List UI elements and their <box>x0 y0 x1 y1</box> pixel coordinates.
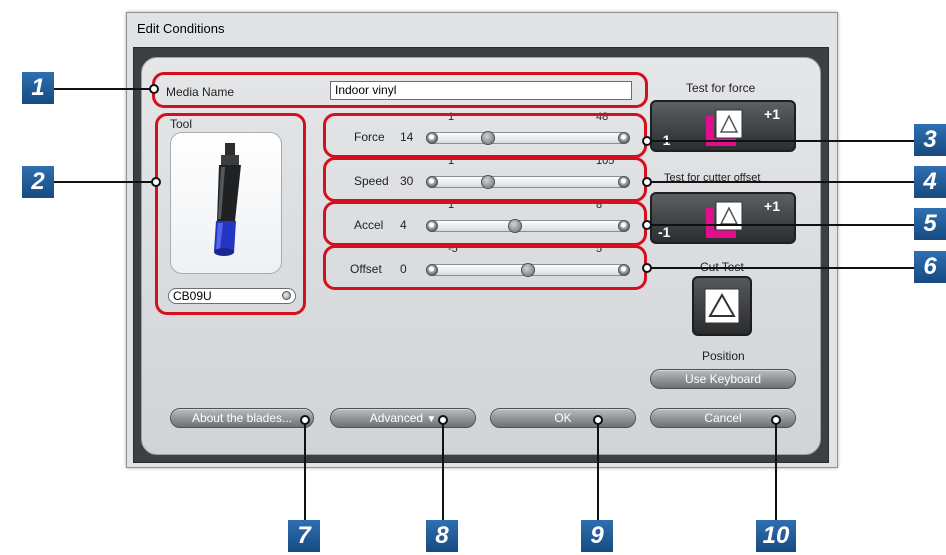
test-cutter-offset-button[interactable]: +1 -1 <box>650 192 796 244</box>
leader-line <box>597 420 599 520</box>
ok-button[interactable]: OK <box>490 408 636 428</box>
leader-line <box>646 224 916 226</box>
leader-dot <box>642 263 652 273</box>
leader-dot <box>438 415 448 425</box>
callout-ring-speed <box>323 157 647 202</box>
test-pattern-icon <box>706 109 743 146</box>
chevron-down-icon: ▼ <box>426 414 437 425</box>
leader-line <box>646 267 916 269</box>
leader-line <box>775 420 777 520</box>
callout-badge-1: 1 <box>22 72 54 104</box>
leader-line <box>646 181 916 183</box>
callout-badge-10: 10 <box>756 520 796 552</box>
plus-one-label: +1 <box>764 106 780 122</box>
leader-line <box>50 88 154 90</box>
leader-dot <box>593 415 603 425</box>
leader-line <box>646 140 916 142</box>
leader-line <box>304 420 306 520</box>
test-pattern-icon <box>706 201 743 238</box>
test-force-button[interactable]: +1 -1 <box>650 100 796 152</box>
advanced-label: Advanced <box>369 411 424 425</box>
advanced-button[interactable]: Advanced ▼ <box>330 408 476 428</box>
minus-one-label: -1 <box>658 224 671 240</box>
callout-ring-accel <box>323 201 647 246</box>
triangle-icon <box>704 288 740 324</box>
callout-badge-5: 5 <box>914 208 946 240</box>
leader-line <box>50 181 156 183</box>
leader-dot <box>642 177 652 187</box>
use-keyboard-button[interactable]: Use Keyboard <box>650 369 796 389</box>
leader-dot <box>642 136 652 146</box>
callout-badge-6: 6 <box>914 251 946 283</box>
leader-dot <box>300 415 310 425</box>
callout-ring-offset <box>323 245 647 290</box>
callout-badge-7: 7 <box>288 520 320 552</box>
about-blades-button[interactable]: About the blades... <box>170 408 314 428</box>
callout-badge-9: 9 <box>581 520 613 552</box>
leader-dot <box>642 220 652 230</box>
callout-badge-8: 8 <box>426 520 458 552</box>
callout-badge-4: 4 <box>914 166 946 198</box>
callout-badge-2: 2 <box>22 166 54 198</box>
callout-ring-tool <box>155 113 306 315</box>
plus-one-label: +1 <box>764 198 780 214</box>
leader-dot <box>149 84 159 94</box>
position-label: Position <box>702 349 745 363</box>
callout-ring-force <box>323 113 647 158</box>
test-force-label: Test for force <box>686 81 756 95</box>
callout-badge-3: 3 <box>914 124 946 156</box>
cut-test-button[interactable] <box>692 276 752 336</box>
window-title: Edit Conditions <box>137 21 225 36</box>
callout-ring-media-name <box>152 72 648 108</box>
leader-dot <box>771 415 781 425</box>
leader-line <box>442 420 444 520</box>
leader-dot <box>151 177 161 187</box>
